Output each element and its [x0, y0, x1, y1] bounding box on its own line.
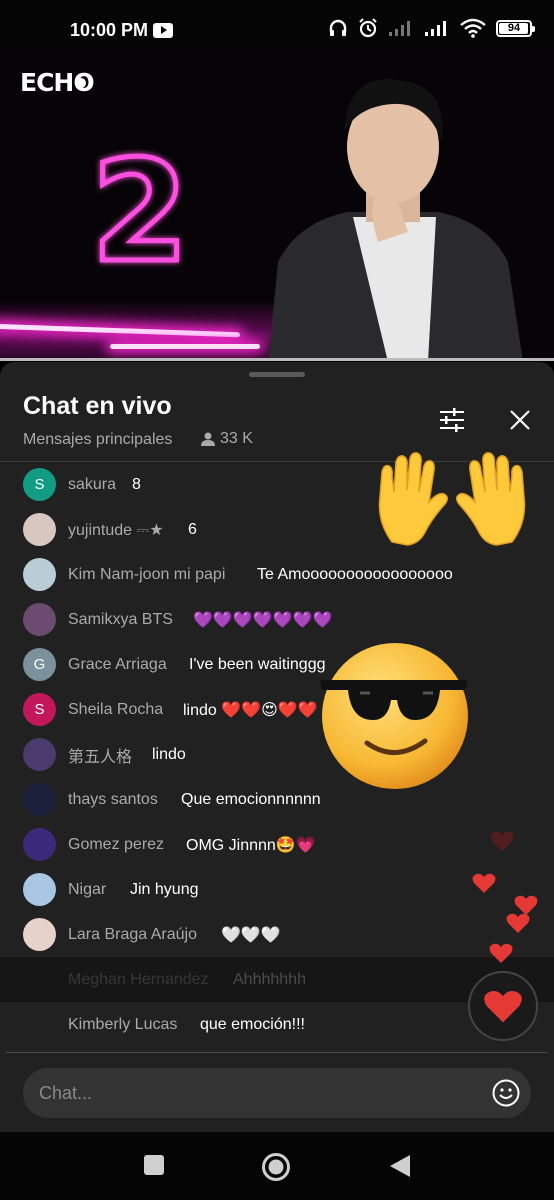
avatar[interactable] [23, 873, 56, 906]
video-player[interactable]: ECHO 2 [0, 52, 554, 360]
avatar[interactable] [23, 828, 56, 861]
message-author[interactable]: Lara Braga Araújo [68, 926, 197, 944]
filter-icon[interactable] [436, 404, 468, 436]
drag-handle[interactable] [249, 372, 305, 377]
recents-button[interactable] [143, 1154, 165, 1176]
avatar[interactable] [23, 783, 56, 816]
logo-badge [76, 78, 86, 88]
heart-icon [490, 831, 514, 851]
heart-icon [484, 990, 522, 1023]
presenter-figure [268, 79, 523, 360]
chat-input[interactable] [39, 1068, 479, 1118]
emoji-picker-icon[interactable] [491, 1078, 521, 1108]
message-text: OMG Jinnnn🤩💗 [186, 836, 316, 854]
youtube-notification-icon [153, 23, 173, 38]
status-icons: 94 [328, 18, 535, 38]
status-time: 10:00 PM [70, 20, 149, 40]
sunglasses-face-reaction [320, 643, 468, 789]
message-text: que emoción!!! [200, 1015, 305, 1033]
message-text: lindo ❤️❤️😍❤️❤️ [183, 701, 318, 719]
system-nav-bar [0, 1132, 554, 1200]
avatar[interactable] [23, 558, 56, 591]
avatar[interactable] [23, 603, 56, 636]
message-author[interactable]: yujintude ⎓★ [68, 520, 164, 540]
avatar[interactable]: S [23, 468, 56, 501]
video-progress-bar[interactable] [0, 358, 554, 361]
message-text: Ahhhhhhh [233, 970, 306, 988]
message-text: 🤍🤍🤍 [221, 926, 281, 944]
message-author[interactable]: Nigar [68, 881, 106, 899]
raised-hand-icon [456, 452, 526, 546]
back-button[interactable] [389, 1154, 411, 1178]
message-author[interactable]: Gomez perez [68, 836, 164, 854]
wifi-icon [460, 18, 486, 38]
viewer-count-value: 33 K [220, 430, 253, 447]
battery-indicator: 94 [496, 19, 535, 37]
avatar[interactable] [23, 738, 56, 771]
chat-mode-selector[interactable]: Mensajes principales [23, 431, 172, 449]
neon-number: 2 [91, 142, 188, 272]
message-author[interactable]: sakura [68, 476, 116, 494]
message-text: Jin hyung [130, 880, 199, 898]
heart-icon [506, 913, 530, 933]
message-author[interactable]: Meghan Hernandez [68, 971, 209, 989]
message-author[interactable]: Sheila Rocha [68, 701, 163, 719]
message-author[interactable]: 第五人格 [68, 743, 132, 767]
alarm-icon [359, 18, 377, 38]
message-author[interactable]: Grace Arriaga [68, 656, 167, 674]
raised-hand-icon [378, 452, 448, 546]
person-icon [201, 432, 215, 446]
message-text: I've been waitinggg [189, 655, 326, 673]
message-text: 💜💜💜💜💜💜💜 [193, 611, 333, 629]
avatar[interactable]: G [23, 648, 56, 681]
chat-message[interactable]: Nigar Jin hyung [0, 867, 554, 912]
avatar[interactable] [23, 918, 56, 951]
signal-icon-1 [389, 21, 410, 36]
chat-message[interactable]: Lara Braga Araújo 🤍🤍🤍 [0, 912, 554, 957]
chat-message[interactable]: Gomez perez OMG Jinnnn🤩💗 [0, 822, 554, 867]
avatar[interactable]: S [23, 693, 56, 726]
heart-icon [489, 943, 513, 963]
message-author[interactable]: thays santos [68, 791, 158, 809]
signal-icon-2 [425, 21, 446, 36]
chat-message[interactable]: Samikxya BTS 💜💜💜💜💜💜💜 [0, 597, 554, 642]
chat-message[interactable]: Kim Nam-joon mi papi Te Amooooooooooooooo… [0, 552, 554, 597]
chat-input-container[interactable] [23, 1068, 531, 1118]
message-text: 6 [188, 520, 197, 538]
message-text: Te Amooooooooooooooooo [257, 565, 453, 583]
heart-icon [472, 873, 496, 893]
message-text: Que emocionnnnnn [181, 790, 321, 808]
like-reaction-button[interactable] [468, 971, 538, 1041]
home-button[interactable] [261, 1152, 291, 1182]
message-author[interactable]: Kim Nam-joon mi papi [68, 566, 225, 584]
chat-title: Chat en vivo [23, 392, 172, 420]
message-author[interactable]: Samikxya BTS [68, 611, 173, 629]
viewer-count: 33 K [200, 430, 253, 448]
message-text: lindo [152, 745, 186, 763]
close-icon[interactable] [504, 404, 536, 436]
neon-number-sign: 2 [90, 142, 190, 272]
headphones-icon [329, 19, 347, 36]
message-text: 8 [132, 475, 141, 493]
avatar[interactable] [23, 513, 56, 546]
message-author[interactable]: Kimberly Lucas [68, 1016, 177, 1034]
divider [6, 1052, 548, 1053]
neon-line [110, 344, 260, 349]
battery-level: 94 [507, 21, 521, 34]
